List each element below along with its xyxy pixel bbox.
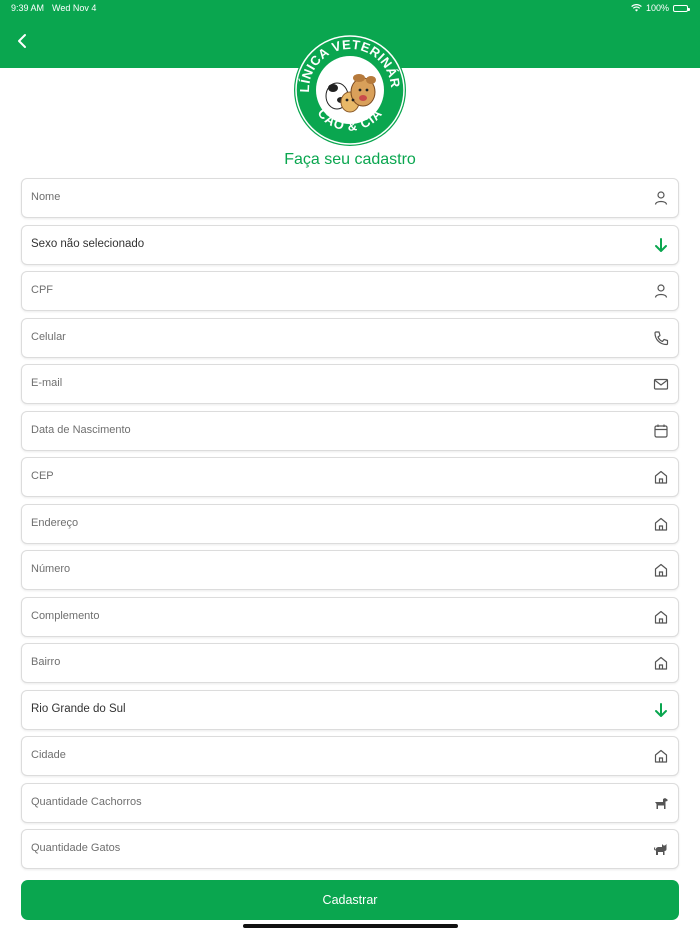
page-title: Faça seu cadastro <box>284 151 416 168</box>
select-sexo-nao-selecionado[interactable]: Sexo não selecionado <box>21 224 679 265</box>
input-endereco[interactable]: Endereço <box>21 503 679 544</box>
input-e-mail[interactable]: E-mail <box>21 364 679 404</box>
home-icon <box>654 470 668 484</box>
back-arrow-icon[interactable] <box>14 32 32 50</box>
dog-icon <box>655 797 668 809</box>
input-data-de-nascimento[interactable]: Data de Nascimento <box>21 410 679 451</box>
person-icon <box>654 284 668 298</box>
field-label: CEP <box>31 470 54 482</box>
home-icon <box>654 517 668 531</box>
input-cpf[interactable]: CPF <box>21 271 679 311</box>
field-label: Cidade <box>31 749 66 761</box>
input-complemento[interactable]: Complemento <box>21 596 679 637</box>
home-icon <box>654 656 668 670</box>
field-label: Sexo não selecionado <box>31 237 145 250</box>
field-label: CPF <box>31 284 53 296</box>
arrow-down-icon[interactable] <box>653 237 669 253</box>
input-celular[interactable]: Celular <box>21 317 679 358</box>
mail-icon <box>653 378 669 390</box>
input-numero[interactable]: Número <box>21 550 679 590</box>
status-time: 9:39 AM <box>11 3 45 13</box>
field-label: Bairro <box>31 656 61 668</box>
status-indicators: 100% <box>631 3 690 13</box>
field-label: Rio Grande do Sul <box>31 702 126 715</box>
field-label: E-mail <box>31 377 63 389</box>
battery-icon <box>673 4 690 12</box>
battery-percent: 100% <box>645 3 669 13</box>
field-label: Quantidade Gatos <box>31 842 121 854</box>
field-label: Data de Nascimento <box>31 423 131 436</box>
home-icon <box>654 610 668 624</box>
home-indicator <box>243 924 458 928</box>
status-date: Wed Nov 4 <box>52 3 97 13</box>
field-label: Nome <box>31 191 61 203</box>
cat-icon <box>653 844 667 855</box>
home-icon <box>654 563 668 577</box>
field-label: Celular <box>31 330 66 343</box>
clinic-logo: CLÍNICA VETERINÁRIA CÃO & CIA <box>293 30 406 146</box>
field-label: Complemento <box>31 609 100 622</box>
input-cidade[interactable]: Cidade <box>21 736 679 776</box>
input-quantidade-gatos[interactable]: Quantidade Gatos <box>21 829 679 869</box>
input-bairro[interactable]: Bairro <box>21 643 679 683</box>
home-icon <box>654 749 668 763</box>
input-cep[interactable]: CEP <box>21 457 679 497</box>
person-icon <box>654 191 668 205</box>
field-label: Número <box>31 563 71 575</box>
field-label: Endereço <box>31 516 79 529</box>
field-label: Quantidade Cachorros <box>31 795 142 808</box>
phone-icon <box>654 330 669 345</box>
cadastrar-button[interactable]: Cadastrar <box>21 880 679 920</box>
input-quantidade-cachorros[interactable]: Quantidade Cachorros <box>21 782 679 823</box>
select-rio-grande-do-sul[interactable]: Rio Grande do Sul <box>21 689 679 730</box>
arrow-down-icon[interactable] <box>653 702 669 718</box>
calendar-icon <box>654 424 668 438</box>
input-nome[interactable]: Nome <box>21 178 679 218</box>
wifi-icon <box>631 4 642 12</box>
